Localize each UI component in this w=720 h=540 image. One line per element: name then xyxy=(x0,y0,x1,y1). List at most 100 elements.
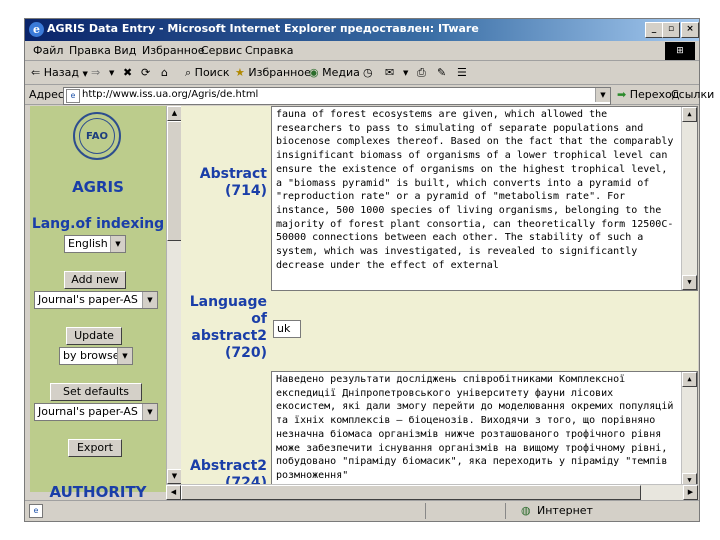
horizontal-scrollbar[interactable]: ◀ ▶ xyxy=(166,484,698,500)
scroll-up-icon[interactable]: ▲ xyxy=(682,372,697,387)
lang-indexing-heading: Lang.of indexing xyxy=(31,216,165,232)
chevron-down-icon: ▼ xyxy=(110,236,125,252)
search-label: Поиск xyxy=(194,66,230,79)
document-type-select-1[interactable]: Journal's paper-AS ▼ xyxy=(34,291,158,309)
address-input[interactable]: e http://www.iss.ua.org/Agris/de.html ▼ xyxy=(63,87,611,105)
address-dropdown[interactable]: ▼ xyxy=(595,88,610,102)
status-bar: e ◍ Интернет xyxy=(25,500,699,520)
go-arrow-icon: ➡ xyxy=(617,88,627,101)
search-button[interactable]: ⌕ Поиск xyxy=(185,66,230,80)
agris-heading: AGRIS xyxy=(72,178,124,196)
internet-explorer-icon: e xyxy=(29,22,44,37)
language-abstract2-label: Language of abstract2 (720) xyxy=(181,294,267,362)
scroll-down-icon[interactable]: ▼ xyxy=(167,469,182,484)
links-button[interactable]: Ссылки xyxy=(671,88,714,101)
scroll-thumb[interactable] xyxy=(167,121,182,241)
right-content-frame: Abstract (714) fauna of forest ecosystem… xyxy=(181,106,698,491)
scroll-left-icon[interactable]: ◀ xyxy=(166,485,181,500)
horizontal-scroll-thumb[interactable] xyxy=(181,485,641,500)
favorites-button[interactable]: ★ Избранное xyxy=(235,66,311,79)
forward-button[interactable]: ⇒ xyxy=(91,66,100,79)
language-label-line-3: abstract2 xyxy=(191,328,267,344)
update-button[interactable]: Update xyxy=(66,327,122,345)
standard-toolbar: ⇐ Назад ▼ ⇒ ▼ ✖ ⟳ ⌂ ⌕ Поиск ★ Избранное … xyxy=(25,61,699,85)
fao-logo-text: FAO xyxy=(79,118,115,154)
left-navigation-frame: FAO AGRIS Lang.of indexing English ▼ Add… xyxy=(30,106,166,501)
abstract-code-1: (714) xyxy=(224,183,267,199)
page-status-icon: e xyxy=(29,504,43,518)
abstract-label-1: Abstract (714) xyxy=(181,166,267,200)
fao-logo: FAO xyxy=(73,112,121,160)
menu-help[interactable]: Справка xyxy=(245,44,293,57)
address-label: Адрес: xyxy=(29,88,68,101)
minimize-button[interactable]: _ xyxy=(645,22,663,38)
abstract-1-scrollbar[interactable]: ▲ ▼ xyxy=(681,107,697,290)
browse-mode-value: by browse xyxy=(63,349,120,362)
title-bar: e AGRIS Data Entry - Microsoft Internet … xyxy=(25,19,699,41)
home-icon[interactable]: ⌂ xyxy=(161,66,168,79)
favorites-label: Избранное xyxy=(248,66,311,79)
star-icon: ★ xyxy=(235,66,245,79)
forward-arrow-icon: ⇒ xyxy=(91,66,101,79)
document-type-value-1: Journal's paper-AS xyxy=(38,293,138,306)
language-abstract2-input[interactable]: uk xyxy=(273,320,301,338)
menu-edit[interactable]: Правка xyxy=(69,44,111,57)
abstract-label-1-text: Abstract xyxy=(199,166,267,182)
document-type-select-2[interactable]: Journal's paper-AS ▼ xyxy=(34,403,158,421)
media-label: Медиа xyxy=(322,66,360,79)
menu-view[interactable]: Вид xyxy=(114,44,136,57)
left-frame-scrollbar[interactable]: ▲ ▼ xyxy=(166,106,182,484)
discuss-icon[interactable]: ☰ xyxy=(457,66,467,79)
language-value: English xyxy=(68,237,108,250)
security-zone-label: Интернет xyxy=(537,504,593,517)
scroll-down-icon[interactable]: ▼ xyxy=(682,275,697,290)
forward-dropdown[interactable]: ▼ xyxy=(109,69,114,77)
menu-file[interactable]: Файл xyxy=(33,44,63,57)
chevron-down-icon: ▼ xyxy=(117,348,132,364)
window-title: AGRIS Data Entry - Microsoft Internet Ex… xyxy=(47,22,479,35)
menu-tools[interactable]: Сервис xyxy=(201,44,242,57)
authority-heading: AUTHORITY xyxy=(49,483,147,501)
scroll-up-icon[interactable]: ▲ xyxy=(167,106,182,121)
windows-flag-icon: ⊞ xyxy=(665,42,695,60)
export-button[interactable]: Export xyxy=(68,439,122,457)
history-icon[interactable]: ◷ xyxy=(363,66,373,79)
mail-icon[interactable]: ✉ xyxy=(385,66,394,79)
chevron-down-icon: ▼ xyxy=(142,404,157,420)
abstract2-label-text: Abstract2 xyxy=(190,458,267,474)
media-button[interactable]: ◉ Медиа xyxy=(309,66,360,79)
maximize-button[interactable]: ▫ xyxy=(662,22,680,38)
add-new-button[interactable]: Add new xyxy=(64,271,126,289)
menu-bar: Файл Правка Вид Избранное Сервис Справка… xyxy=(25,41,699,61)
chevron-down-icon: ▼ xyxy=(142,292,157,308)
chevron-down-icon: ▼ xyxy=(82,70,88,78)
stop-icon[interactable]: ✖ xyxy=(123,66,132,79)
close-button[interactable]: × xyxy=(681,22,699,38)
language-select[interactable]: English ▼ xyxy=(64,235,126,253)
document-type-value-2: Journal's paper-AS xyxy=(38,405,138,418)
internet-zone-icon: ◍ xyxy=(521,504,531,517)
status-divider xyxy=(505,503,506,519)
address-bar: Адрес: e http://www.iss.ua.org/Agris/de.… xyxy=(25,85,714,105)
search-icon: ⌕ xyxy=(185,66,192,79)
media-icon: ◉ xyxy=(309,66,319,79)
abstract-2-scrollbar[interactable]: ▲ ▼ xyxy=(681,372,697,488)
refresh-icon[interactable]: ⟳ xyxy=(141,66,150,79)
abstract-textarea-2[interactable]: Наведено результати досліджень співробіт… xyxy=(271,371,698,489)
status-divider xyxy=(425,503,426,519)
scroll-right-icon[interactable]: ▶ xyxy=(683,485,698,500)
back-button[interactable]: ⇐ Назад ▼ xyxy=(31,66,88,79)
language-label-line-1: Language xyxy=(189,294,267,310)
abstract-textarea-1[interactable]: fauna of forest ecosystems are given, wh… xyxy=(271,106,698,291)
language-label-line-2: of xyxy=(251,311,267,327)
menu-favorites[interactable]: Избранное xyxy=(142,44,204,57)
browse-mode-select[interactable]: by browse ▼ xyxy=(59,347,133,365)
go-button[interactable]: ➡ Переход xyxy=(617,88,679,101)
print-icon[interactable]: ⎙ xyxy=(417,66,426,80)
back-arrow-icon: ⇐ xyxy=(31,66,41,79)
scroll-up-icon[interactable]: ▲ xyxy=(682,107,697,122)
set-defaults-button[interactable]: Set defaults xyxy=(50,383,142,401)
edit-icon[interactable]: ✎ xyxy=(437,66,446,79)
abstract-text-1: fauna of forest ecosystems are given, wh… xyxy=(276,109,680,271)
mail-dropdown[interactable]: ▼ xyxy=(403,69,408,77)
